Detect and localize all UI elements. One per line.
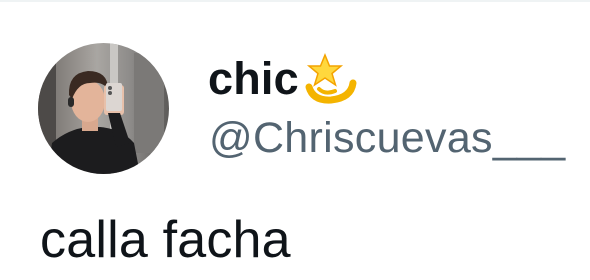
author-name-row[interactable]: chic bbox=[208, 51, 359, 107]
tweet-text: calla facha bbox=[40, 211, 291, 269]
avatar[interactable] bbox=[38, 43, 169, 174]
tweet-card: chic @Chriscuevas___ calla facha bbox=[0, 0, 590, 280]
author-handle[interactable]: @Chriscuevas___ bbox=[209, 112, 565, 164]
avatar-photo bbox=[38, 43, 169, 174]
dizzy-star-icon bbox=[303, 53, 359, 105]
author-display-name[interactable]: chic bbox=[208, 51, 299, 107]
